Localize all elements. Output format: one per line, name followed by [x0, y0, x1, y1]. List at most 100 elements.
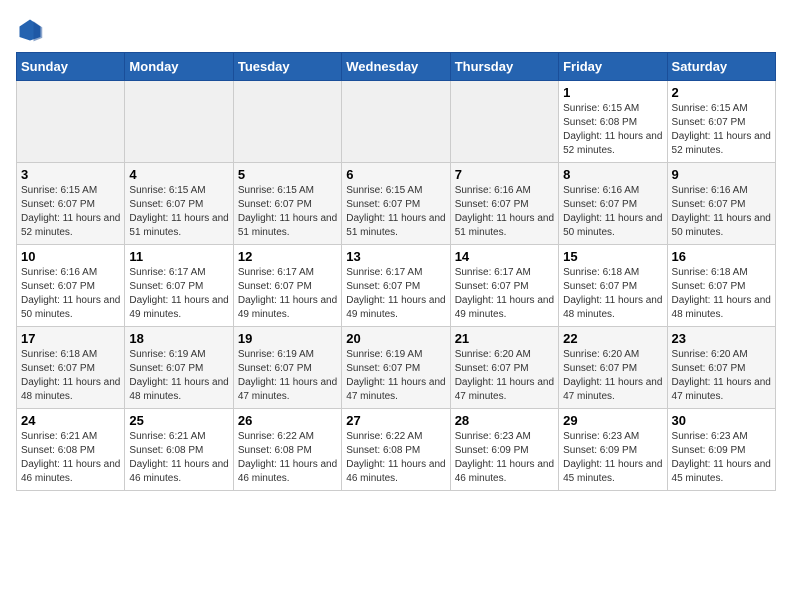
day-detail: Sunrise: 6:22 AM Sunset: 6:08 PM Dayligh… [238, 430, 337, 486]
day-detail: Sunrise: 6:15 AM Sunset: 6:08 PM Dayligh… [563, 102, 662, 158]
calendar-cell: 1 Sunrise: 6:15 AM Sunset: 6:08 PM Daylig… [559, 81, 667, 163]
day-number: 11 [129, 249, 228, 264]
day-detail: Sunrise: 6:23 AM Sunset: 6:09 PM Dayligh… [455, 430, 554, 486]
day-detail: Sunrise: 6:20 AM Sunset: 6:07 PM Dayligh… [563, 348, 662, 404]
day-detail: Sunrise: 6:17 AM Sunset: 6:07 PM Dayligh… [455, 266, 554, 322]
calendar-cell: 5 Sunrise: 6:15 AM Sunset: 6:07 PM Daylig… [233, 163, 341, 245]
day-number: 6 [346, 167, 445, 182]
day-detail: Sunrise: 6:18 AM Sunset: 6:07 PM Dayligh… [672, 266, 771, 322]
calendar-cell: 22 Sunrise: 6:20 AM Sunset: 6:07 PM Dayli… [559, 327, 667, 409]
day-number: 23 [672, 331, 771, 346]
day-number: 12 [238, 249, 337, 264]
day-detail: Sunrise: 6:19 AM Sunset: 6:07 PM Dayligh… [238, 348, 337, 404]
day-detail: Sunrise: 6:23 AM Sunset: 6:09 PM Dayligh… [563, 430, 662, 486]
day-detail: Sunrise: 6:20 AM Sunset: 6:07 PM Dayligh… [672, 348, 771, 404]
day-number: 4 [129, 167, 228, 182]
calendar-cell: 3 Sunrise: 6:15 AM Sunset: 6:07 PM Daylig… [17, 163, 125, 245]
calendar-cell [17, 81, 125, 163]
day-number: 10 [21, 249, 120, 264]
page-header [16, 16, 776, 44]
day-number: 21 [455, 331, 554, 346]
calendar-cell [233, 81, 341, 163]
day-detail: Sunrise: 6:15 AM Sunset: 6:07 PM Dayligh… [129, 184, 228, 240]
day-detail: Sunrise: 6:16 AM Sunset: 6:07 PM Dayligh… [21, 266, 120, 322]
day-detail: Sunrise: 6:22 AM Sunset: 6:08 PM Dayligh… [346, 430, 445, 486]
day-number: 22 [563, 331, 662, 346]
dow-header-wednesday: Wednesday [342, 53, 450, 81]
day-number: 2 [672, 85, 771, 100]
calendar-cell: 23 Sunrise: 6:20 AM Sunset: 6:07 PM Dayli… [667, 327, 775, 409]
day-detail: Sunrise: 6:15 AM Sunset: 6:07 PM Dayligh… [672, 102, 771, 158]
day-number: 24 [21, 413, 120, 428]
calendar-cell: 26 Sunrise: 6:22 AM Sunset: 6:08 PM Dayli… [233, 409, 341, 491]
calendar-cell: 12 Sunrise: 6:17 AM Sunset: 6:07 PM Dayli… [233, 245, 341, 327]
calendar-cell: 10 Sunrise: 6:16 AM Sunset: 6:07 PM Dayli… [17, 245, 125, 327]
day-number: 27 [346, 413, 445, 428]
day-number: 14 [455, 249, 554, 264]
day-number: 1 [563, 85, 662, 100]
day-number: 30 [672, 413, 771, 428]
day-number: 28 [455, 413, 554, 428]
day-detail: Sunrise: 6:17 AM Sunset: 6:07 PM Dayligh… [346, 266, 445, 322]
day-number: 16 [672, 249, 771, 264]
day-number: 5 [238, 167, 337, 182]
calendar-cell: 30 Sunrise: 6:23 AM Sunset: 6:09 PM Dayli… [667, 409, 775, 491]
day-detail: Sunrise: 6:19 AM Sunset: 6:07 PM Dayligh… [346, 348, 445, 404]
calendar-cell: 15 Sunrise: 6:18 AM Sunset: 6:07 PM Dayli… [559, 245, 667, 327]
dow-header-sunday: Sunday [17, 53, 125, 81]
day-detail: Sunrise: 6:17 AM Sunset: 6:07 PM Dayligh… [129, 266, 228, 322]
day-number: 20 [346, 331, 445, 346]
day-detail: Sunrise: 6:23 AM Sunset: 6:09 PM Dayligh… [672, 430, 771, 486]
dow-header-friday: Friday [559, 53, 667, 81]
calendar-cell: 19 Sunrise: 6:19 AM Sunset: 6:07 PM Dayli… [233, 327, 341, 409]
day-detail: Sunrise: 6:15 AM Sunset: 6:07 PM Dayligh… [21, 184, 120, 240]
calendar-cell: 18 Sunrise: 6:19 AM Sunset: 6:07 PM Dayli… [125, 327, 233, 409]
day-number: 3 [21, 167, 120, 182]
day-detail: Sunrise: 6:19 AM Sunset: 6:07 PM Dayligh… [129, 348, 228, 404]
calendar-cell: 11 Sunrise: 6:17 AM Sunset: 6:07 PM Dayli… [125, 245, 233, 327]
calendar-cell: 6 Sunrise: 6:15 AM Sunset: 6:07 PM Daylig… [342, 163, 450, 245]
day-number: 18 [129, 331, 228, 346]
calendar-cell: 13Sunrise: 6:17 AM Sunset: 6:07 PM Dayli… [342, 245, 450, 327]
dow-header-monday: Monday [125, 53, 233, 81]
day-number: 25 [129, 413, 228, 428]
calendar-cell [342, 81, 450, 163]
day-detail: Sunrise: 6:17 AM Sunset: 6:07 PM Dayligh… [238, 266, 337, 322]
calendar-cell: 25 Sunrise: 6:21 AM Sunset: 6:08 PM Dayli… [125, 409, 233, 491]
day-number: 8 [563, 167, 662, 182]
calendar-cell: 24Sunrise: 6:21 AM Sunset: 6:08 PM Dayli… [17, 409, 125, 491]
calendar-cell [450, 81, 558, 163]
day-number: 9 [672, 167, 771, 182]
calendar-cell: 16 Sunrise: 6:18 AM Sunset: 6:07 PM Dayli… [667, 245, 775, 327]
logo-icon [16, 16, 44, 44]
calendar-cell: 29 Sunrise: 6:23 AM Sunset: 6:09 PM Dayli… [559, 409, 667, 491]
calendar-cell: 20 Sunrise: 6:19 AM Sunset: 6:07 PM Dayli… [342, 327, 450, 409]
calendar-cell: 7 Sunrise: 6:16 AM Sunset: 6:07 PM Daylig… [450, 163, 558, 245]
dow-header-saturday: Saturday [667, 53, 775, 81]
day-detail: Sunrise: 6:16 AM Sunset: 6:07 PM Dayligh… [455, 184, 554, 240]
day-detail: Sunrise: 6:18 AM Sunset: 6:07 PM Dayligh… [21, 348, 120, 404]
day-detail: Sunrise: 6:21 AM Sunset: 6:08 PM Dayligh… [129, 430, 228, 486]
calendar-cell: 17Sunrise: 6:18 AM Sunset: 6:07 PM Dayli… [17, 327, 125, 409]
calendar-cell: 28 Sunrise: 6:23 AM Sunset: 6:09 PM Dayli… [450, 409, 558, 491]
day-detail: Sunrise: 6:15 AM Sunset: 6:07 PM Dayligh… [346, 184, 445, 240]
calendar-cell [125, 81, 233, 163]
logo [16, 16, 48, 44]
calendar-cell: 27 Sunrise: 6:22 AM Sunset: 6:08 PM Dayli… [342, 409, 450, 491]
day-number: 15 [563, 249, 662, 264]
day-detail: Sunrise: 6:20 AM Sunset: 6:07 PM Dayligh… [455, 348, 554, 404]
calendar-cell: 4 Sunrise: 6:15 AM Sunset: 6:07 PM Daylig… [125, 163, 233, 245]
day-number: 26 [238, 413, 337, 428]
calendar-cell: 8 Sunrise: 6:16 AM Sunset: 6:07 PM Daylig… [559, 163, 667, 245]
dow-header-tuesday: Tuesday [233, 53, 341, 81]
day-detail: Sunrise: 6:16 AM Sunset: 6:07 PM Dayligh… [563, 184, 662, 240]
day-number: 19 [238, 331, 337, 346]
day-number: 7 [455, 167, 554, 182]
calendar-cell: 2 Sunrise: 6:15 AM Sunset: 6:07 PM Daylig… [667, 81, 775, 163]
calendar-cell: 14 Sunrise: 6:17 AM Sunset: 6:07 PM Dayli… [450, 245, 558, 327]
day-number: 29 [563, 413, 662, 428]
calendar-table: SundayMondayTuesdayWednesdayThursdayFrid… [16, 52, 776, 491]
calendar-cell: 9Sunrise: 6:16 AM Sunset: 6:07 PM Daylig… [667, 163, 775, 245]
day-detail: Sunrise: 6:18 AM Sunset: 6:07 PM Dayligh… [563, 266, 662, 322]
day-detail: Sunrise: 6:15 AM Sunset: 6:07 PM Dayligh… [238, 184, 337, 240]
